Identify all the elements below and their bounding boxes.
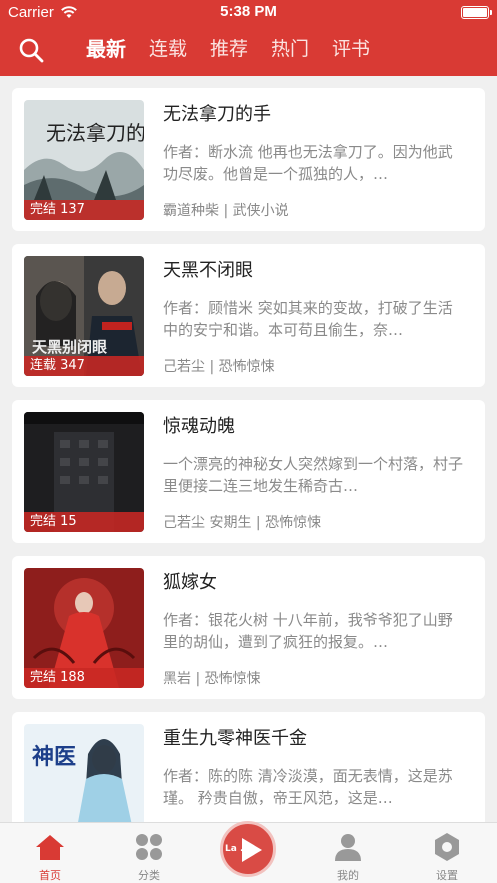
book-title: 无法拿刀的手	[163, 104, 271, 125]
book-meta: 己若尘 安期生 | 恐怖惊悚	[163, 515, 322, 531]
home-icon	[36, 835, 64, 860]
book-cover: 完结 15	[24, 412, 144, 532]
book-description: 作者：断水流 他再也无法拿刀了。因为他武功尽废。他曾是一个孤独的人，…	[163, 143, 453, 183]
tabbar-item-profile[interactable]: 我的	[298, 823, 398, 883]
book-cover: 神医	[24, 724, 144, 822]
status-badge: 完结 137	[24, 200, 144, 220]
bottom-tabbar: 首页 分类 La .tv 我的 设置	[0, 821, 497, 883]
book-title: 狐嫁女	[163, 572, 217, 593]
settings-icon	[435, 833, 459, 861]
tabbar-label: 分类	[138, 869, 160, 882]
svg-text:神医: 神医	[32, 744, 76, 770]
search-icon[interactable]	[18, 37, 44, 63]
center-play-button[interactable]: La .tv	[220, 821, 276, 877]
tab-serial[interactable]: 连载	[149, 36, 187, 62]
tabbar-label: 首页	[39, 869, 61, 882]
status-badge: 完结 15	[24, 512, 144, 532]
tabbar-item-category[interactable]: 分类	[99, 823, 199, 883]
profile-icon	[335, 834, 361, 861]
top-navbar: 最新 连载 推荐 热门 评书	[0, 26, 497, 76]
tabbar-label: 我的	[337, 869, 359, 882]
book-cover: 完结 188	[24, 568, 144, 688]
status-badge: 完结 188	[24, 668, 144, 688]
book-card[interactable]: 完结 188 狐嫁女 作者：银花火树 十八年前，我爷爷犯了山野里的胡仙，遭到了疯…	[12, 556, 485, 699]
book-title: 惊魂动魄	[163, 416, 235, 437]
category-icon	[136, 834, 162, 860]
tabbar-item-home[interactable]: 首页	[0, 823, 100, 883]
book-card[interactable]: 完结 15 惊魂动魄 一个漂亮的神秘女人突然嫁到一个村落，村子里便接二连三地发生…	[12, 400, 485, 543]
book-title: 天黑不闭眼	[163, 260, 253, 281]
book-meta: 己若尘 | 恐怖惊悚	[163, 359, 275, 375]
status-time: 5:38 PM	[220, 3, 277, 20]
book-card[interactable]: 天黑别闭眼 连载 347 天黑不闭眼 作者：顾惜米 突如其来的变故，打破了生活中…	[12, 244, 485, 387]
tabbar-item-settings[interactable]: 设置	[397, 823, 497, 883]
book-card[interactable]: 神医 重生九零神医千金 作者：陈的陈 清冷淡漠，面无表情，这是苏瑾。 矜贵自傲，…	[12, 712, 485, 822]
book-cover: 无法拿刀的手 完结 137	[24, 100, 144, 220]
svg-text:无法拿刀的手: 无法拿刀的手	[46, 121, 144, 145]
book-title: 重生九零神医千金	[163, 728, 307, 749]
book-meta: 黑岩 | 恐怖惊悚	[163, 671, 261, 687]
category-tabs: 最新 连载 推荐 热门 评书	[86, 36, 393, 62]
book-description: 一个漂亮的神秘女人突然嫁到一个村落，村子里便接二连三地发生稀奇古…	[163, 455, 463, 495]
status-badge: 连载 347	[24, 356, 144, 376]
tab-recommend[interactable]: 推荐	[210, 36, 248, 62]
tab-hot[interactable]: 热门	[271, 36, 309, 62]
status-bar: Carrier 5:38 PM	[0, 0, 497, 26]
book-card[interactable]: 无法拿刀的手 完结 137 无法拿刀的手 作者：断水流 他再也无法拿刀了。因为他…	[12, 88, 485, 231]
tabbar-label: 设置	[436, 869, 458, 882]
book-description: 作者：陈的陈 清冷淡漠，面无表情，这是苏瑾。 矜贵自傲，帝王风范，这是…	[163, 767, 453, 807]
battery-icon	[461, 6, 492, 19]
center-logo-text: La .tv	[225, 844, 254, 854]
book-description: 作者：顾惜米 突如其来的变故，打破了生活中的安宁和谐。本可苟且偷生，奈…	[163, 299, 453, 339]
book-description: 作者：银花火树 十八年前，我爷爷犯了山野里的胡仙，遭到了疯狂的报复。…	[163, 611, 453, 651]
book-cover: 天黑别闭眼 连载 347	[24, 256, 144, 376]
book-list: 无法拿刀的手 完结 137 无法拿刀的手 作者：断水流 他再也无法拿刀了。因为他…	[0, 76, 497, 822]
tab-storytelling[interactable]: 评书	[332, 36, 370, 62]
tab-latest[interactable]: 最新	[86, 36, 126, 62]
svg-text:天黑别闭眼: 天黑别闭眼	[32, 338, 107, 356]
book-meta: 霸道种柴 | 武侠小说	[163, 203, 289, 219]
